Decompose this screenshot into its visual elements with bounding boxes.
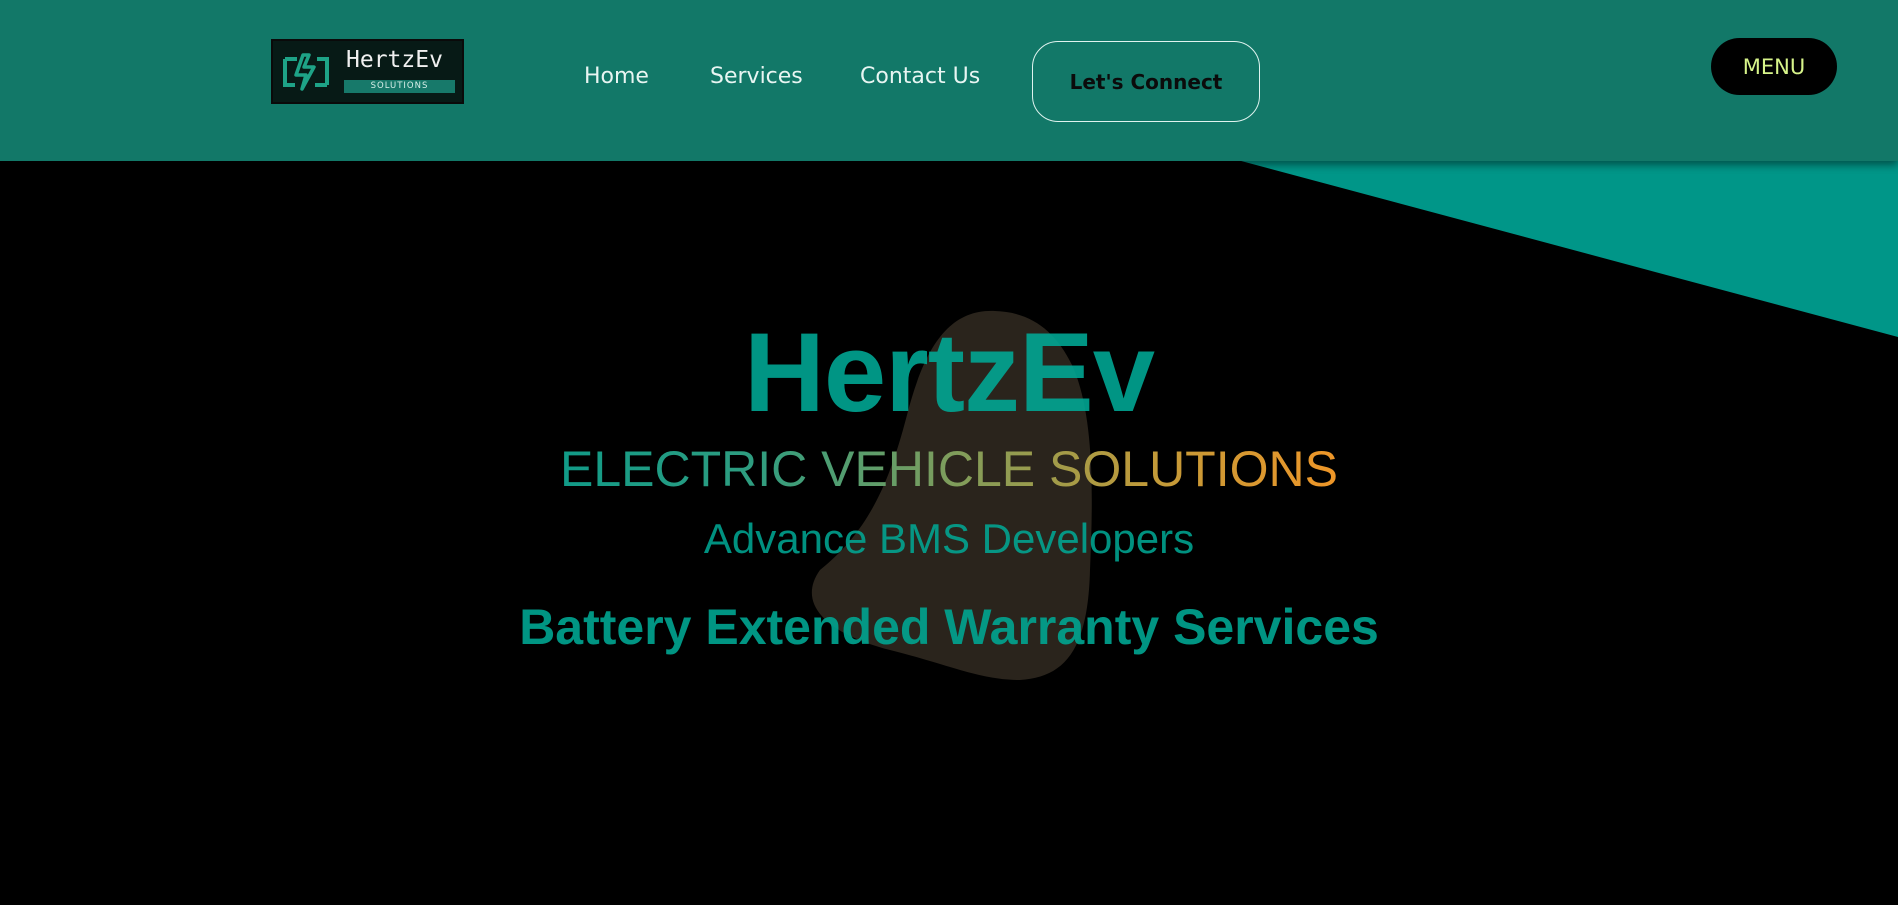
site-header: HertzEv SOLUTIONS Home Services Contact …: [0, 0, 1898, 161]
logo-subtitle: SOLUTIONS: [344, 80, 455, 93]
menu-button[interactable]: MENU: [1711, 38, 1837, 95]
hero-service: Battery Extended Warranty Services: [519, 599, 1379, 655]
logo[interactable]: HertzEv SOLUTIONS: [271, 39, 464, 104]
hero-subtitle: Advance BMS Developers: [703, 515, 1195, 562]
lets-connect-button[interactable]: Let's Connect: [1032, 41, 1260, 122]
page: HertzEv SOLUTIONS Home Services Contact …: [0, 0, 1898, 905]
logo-name: HertzEv: [346, 47, 443, 73]
hero-title: HertzEv: [743, 310, 1155, 435]
nav-home-link[interactable]: Home: [584, 64, 649, 89]
hero-tagline: ELECTRIC VEHICLE SOLUTIONS: [0, 438, 1898, 500]
nav-contact-link[interactable]: Contact Us: [860, 64, 980, 89]
hero-tagline-text: ELECTRIC VEHICLE SOLUTIONS: [560, 441, 1338, 497]
battery-bolt-icon: [283, 53, 329, 91]
nav-services-link[interactable]: Services: [710, 64, 803, 89]
